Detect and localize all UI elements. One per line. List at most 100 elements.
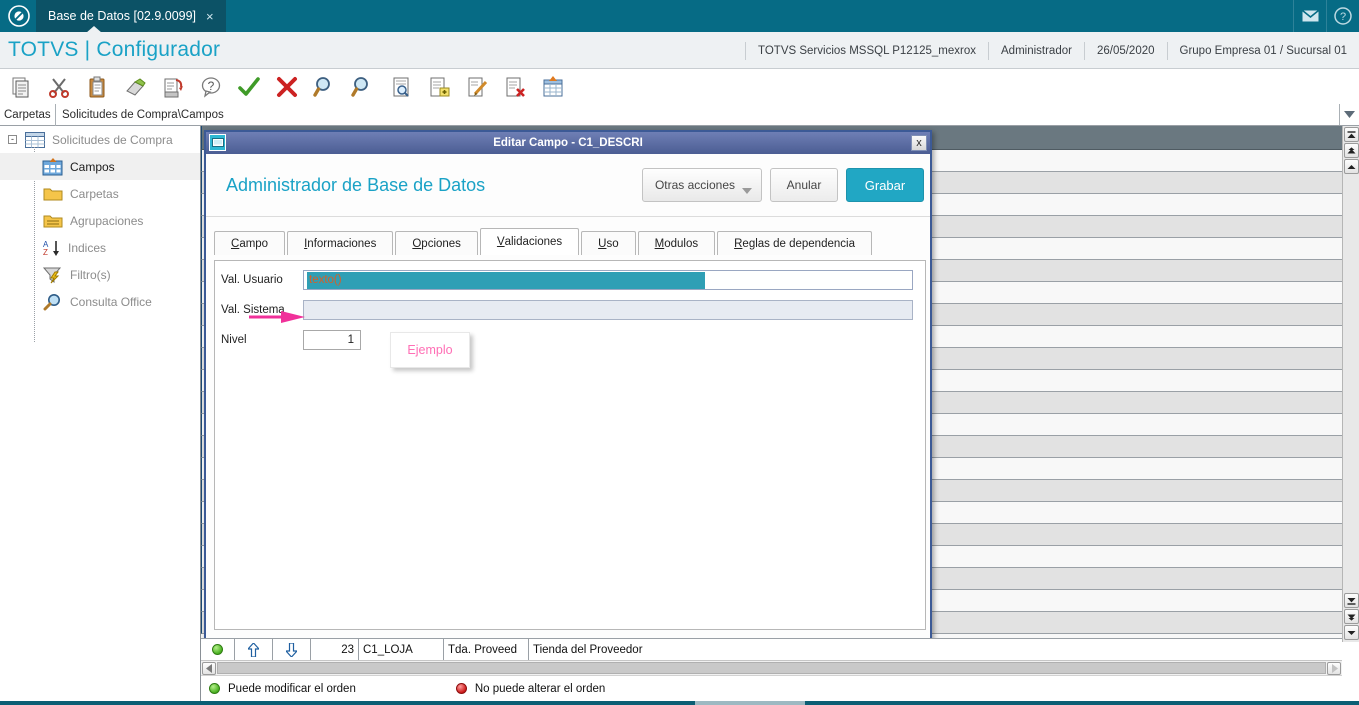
dialog-titlebar: Editar Campo - C1_DESCRI x: [206, 132, 930, 154]
tab-label-rest: so: [606, 237, 619, 250]
record-order: 23: [311, 638, 359, 661]
tab-label-rest: pciones: [421, 237, 461, 250]
arrow-right-icon[interactable]: [1327, 661, 1341, 675]
ejemplo-callout: Ejemplo: [390, 332, 470, 368]
search-magnifier-icon[interactable]: [310, 72, 340, 102]
tab-reglas-de-dependencia[interactable]: Reglas de dependencia: [717, 231, 872, 255]
save-button[interactable]: Grabar: [846, 168, 924, 202]
brand-bar: TOTVS | Configurador TOTVS Servicios MSS…: [0, 32, 1359, 69]
sidebar-item-filtros[interactable]: Filtro(s): [0, 261, 200, 288]
window-titlebar: Base de Datos [02.9.0099] × ?: [0, 0, 1359, 33]
record-description: Tienda del Proveedor: [533, 643, 643, 656]
scroll-down-icon[interactable]: [1343, 609, 1359, 624]
delete-document-icon[interactable]: [500, 72, 530, 102]
sidebar-item-campos[interactable]: Campos: [0, 153, 200, 180]
tab-accel: C: [231, 237, 240, 250]
taskbar-active-item[interactable]: [695, 701, 805, 705]
edit-document-icon[interactable]: [462, 72, 492, 102]
val-sistema-input[interactable]: [303, 300, 913, 320]
tree-root-solicitudes-de-compra[interactable]: - Solicitudes de Compra: [0, 126, 200, 153]
sidebar-item-carpetas[interactable]: Carpetas: [0, 180, 200, 207]
val-usuario-input[interactable]: texto(): [303, 270, 913, 290]
status-badge: [212, 644, 223, 655]
pink-arrow-icon: [249, 310, 305, 324]
table-fields-icon: [42, 157, 64, 176]
nivel-input[interactable]: 1: [303, 330, 361, 350]
tab-validaciones[interactable]: Validaciones: [479, 228, 580, 255]
val-usuario-label: Val. Usuario: [221, 274, 283, 286]
print-preview-icon[interactable]: [158, 72, 188, 102]
dialog-title: Editar Campo - C1_DESCRI: [493, 137, 643, 149]
tab-opciones[interactable]: Opciones: [395, 231, 478, 255]
sort-az-icon: A Z: [42, 239, 64, 257]
scroll-top-icon[interactable]: [1343, 127, 1359, 142]
breadcrumb-path[interactable]: Solicitudes de Compra\Campos: [55, 103, 1339, 126]
move-up-button[interactable]: [235, 638, 273, 661]
scroll-line-up-icon[interactable]: [1343, 159, 1359, 174]
breadcrumb: Carpetas Solicitudes de Compra\Campos: [0, 103, 1359, 126]
scroll-line-down-icon[interactable]: [1343, 625, 1359, 640]
cut-scissors-icon[interactable]: [44, 72, 74, 102]
window-tab-label: Base de Datos [02.9.0099]: [48, 9, 197, 23]
close-icon[interactable]: x: [911, 135, 927, 151]
breadcrumb-label: Carpetas: [4, 108, 51, 121]
context-info-strip: TOTVS Servicios MSSQL P12125_mexrox Admi…: [745, 32, 1359, 69]
folder-lines-icon: [42, 213, 64, 229]
window-tab-base-de-datos[interactable]: Base de Datos [02.9.0099] ×: [36, 0, 226, 32]
tab-informaciones[interactable]: Informaciones: [287, 231, 394, 255]
search-magnifier-alt-icon[interactable]: [348, 72, 378, 102]
selected-record-row[interactable]: 23 C1_LOJA Tda. Proveed Tienda del Prove…: [201, 638, 1342, 661]
arrow-left-icon[interactable]: [202, 661, 216, 675]
help-question-icon[interactable]: ?: [196, 72, 226, 102]
sidebar-item-label: Indices: [68, 240, 107, 255]
record-short-label: Tda. Proveed: [444, 638, 529, 661]
svg-text:?: ?: [1340, 11, 1346, 23]
mail-icon[interactable]: [1294, 0, 1326, 32]
sidebar-item-indices[interactable]: A Z Indices: [0, 234, 200, 261]
val-usuario-value: texto(): [307, 271, 705, 289]
totvs-logo-icon: [7, 4, 31, 28]
filter-icon: [42, 266, 64, 284]
cancel-button[interactable]: Anular: [770, 168, 838, 202]
sidebar-item-consulta-office[interactable]: Consulta Office: [0, 288, 200, 315]
window-icon: [209, 134, 226, 151]
close-icon[interactable]: ×: [206, 9, 214, 24]
tab-accel: O: [412, 237, 422, 250]
tab-uso[interactable]: Uso: [581, 231, 636, 255]
copy-document-icon[interactable]: [6, 72, 36, 102]
grid-horizontal-scrollbar[interactable]: [201, 660, 1342, 675]
grid-vertical-scrollbar[interactable]: [1342, 126, 1359, 642]
legend-bar: Puede modificar el orden No puede altera…: [201, 675, 1342, 701]
edit-field-dialog: Editar Campo - C1_DESCRI x Administrador…: [204, 130, 932, 642]
titlebar-icon-group: ?: [1293, 0, 1359, 32]
move-down-button[interactable]: [273, 638, 311, 661]
red-led-icon: [455, 683, 467, 694]
val-sistema-row: Val. Sistema: [215, 299, 925, 321]
tree-expander-icon[interactable]: -: [8, 135, 17, 144]
magnifier-icon: [42, 293, 64, 311]
grid-scroll-down-group: [1343, 592, 1359, 640]
chevron-down-icon[interactable]: [1339, 104, 1359, 125]
eraser-icon[interactable]: [120, 72, 150, 102]
green-led-icon: [201, 638, 235, 661]
new-document-icon[interactable]: [424, 72, 454, 102]
cancel-x-icon[interactable]: [272, 72, 302, 102]
table-import-icon[interactable]: [538, 72, 568, 102]
hscroll-thumb[interactable]: [217, 662, 1326, 674]
tab-label-rest: ampo: [239, 237, 269, 250]
scroll-bottom-icon[interactable]: [1343, 593, 1359, 608]
tab-campo[interactable]: Campo: [214, 231, 286, 255]
other-actions-button[interactable]: Otras acciones: [641, 168, 762, 202]
dialog-tabstrip: Campo Informaciones Opciones Validacione…: [214, 228, 930, 255]
sidebar-item-agrupaciones[interactable]: Agrupaciones: [0, 207, 200, 234]
sidebar-item-label: Filtro(s): [70, 267, 111, 282]
tab-label-rest: odulos: [664, 237, 699, 250]
context-company-branch: Grupo Empresa 01 / Sucursal 01: [1166, 41, 1359, 60]
svg-text:?: ?: [208, 79, 215, 93]
view-document-icon[interactable]: [386, 72, 416, 102]
paste-clipboard-icon[interactable]: [82, 72, 112, 102]
scroll-up-icon[interactable]: [1343, 143, 1359, 158]
tab-modulos[interactable]: Modulos: [637, 231, 716, 255]
help-icon[interactable]: ?: [1327, 0, 1359, 32]
confirm-check-icon[interactable]: [234, 72, 264, 102]
